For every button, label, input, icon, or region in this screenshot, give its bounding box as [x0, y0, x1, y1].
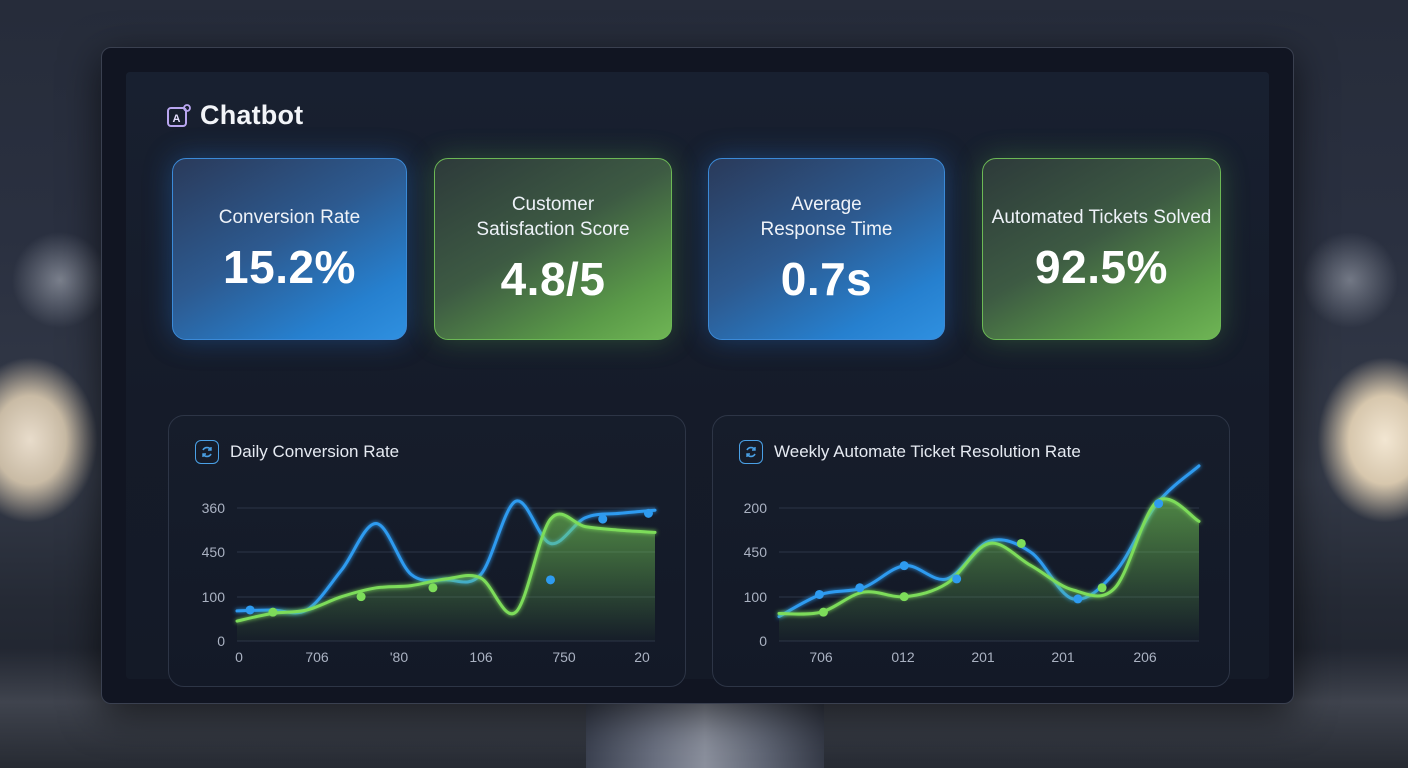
- data-point[interactable]: [814, 589, 824, 599]
- kpi-value: 4.8/5: [500, 253, 606, 305]
- data-point[interactable]: [899, 561, 909, 571]
- x-tick-label: 206: [1133, 649, 1157, 665]
- y-tick-label: 100: [202, 589, 226, 605]
- data-point[interactable]: [245, 605, 255, 615]
- kpi-label: Automated Tickets Solved: [991, 206, 1212, 228]
- x-tick-label: 706: [305, 649, 329, 665]
- data-point[interactable]: [952, 574, 962, 584]
- kpi-value: 92.5%: [1035, 240, 1168, 293]
- data-point[interactable]: [1154, 499, 1164, 509]
- daily-conversion-rate-chart: 360 450 100 00 706 '80 106 750 20: [202, 499, 657, 665]
- kpi-card-automated-tickets-solved[interactable]: Automated Tickets Solved 92.5%: [982, 158, 1221, 340]
- data-point[interactable]: [546, 575, 555, 585]
- x-tick-label: '80: [390, 649, 408, 665]
- app-header: A Chatbot: [166, 100, 303, 131]
- monitor: A Chatbot Conversion Rate 15.2% Customer…: [101, 47, 1294, 704]
- data-point[interactable]: [855, 583, 865, 593]
- data-point[interactable]: [1073, 594, 1083, 604]
- kpi-label: Customer Satisfaction Score: [476, 194, 630, 240]
- weekly-ticket-resolution-panel: Weekly Automate Ticket Resolution Rate 2…: [712, 415, 1230, 687]
- kpi-label: Average Response Time: [760, 194, 893, 240]
- data-point[interactable]: [356, 592, 366, 602]
- y-tick-label: 450: [744, 544, 768, 560]
- x-tick-label: 201: [1051, 649, 1075, 665]
- y-tick-label: 0: [759, 633, 767, 649]
- data-point[interactable]: [1097, 583, 1107, 593]
- y-tick-label: 360: [202, 500, 226, 516]
- data-point[interactable]: [268, 607, 278, 617]
- daily-conversion-rate-panel: Daily Conversion Rate 360 450 100 0 0 706'80 1…: [168, 415, 686, 687]
- x-tick-label: 201: [971, 649, 995, 665]
- data-point[interactable]: [1016, 538, 1026, 548]
- x-tick-label: 0: [235, 649, 243, 665]
- kpi-label: Conversion Rate: [218, 206, 361, 228]
- series-area: [779, 498, 1199, 641]
- x-tick-label: 706: [809, 649, 833, 665]
- kpi-card-average-response-time[interactable]: Average Response Time 0.7s: [708, 158, 945, 340]
- x-tick-label: 106: [469, 649, 493, 665]
- app-title: Chatbot: [200, 100, 304, 130]
- dashboard-screen: A Chatbot Conversion Rate 15.2% Customer…: [126, 72, 1269, 687]
- data-point[interactable]: [899, 592, 909, 602]
- data-point[interactable]: [818, 607, 828, 617]
- monitor-stand: [586, 700, 824, 768]
- kpi-card-customer-satisfaction[interactable]: Customer Satisfaction Score 4.8/5: [434, 158, 672, 340]
- y-tick-label: 100: [744, 589, 768, 605]
- kpi-value: 0.7s: [780, 253, 873, 305]
- x-tick-label: 012: [891, 649, 915, 665]
- x-tick-label: 20: [634, 649, 650, 665]
- y-tick-label: 0: [217, 633, 225, 649]
- kpi-card-conversion-rate[interactable]: Conversion Rate 15.2%: [172, 158, 407, 340]
- data-point[interactable]: [428, 583, 438, 593]
- x-tick-label: 750: [552, 649, 576, 665]
- y-tick-label: 200: [744, 500, 768, 516]
- data-point[interactable]: [598, 514, 608, 524]
- y-tick-label: 450: [202, 544, 226, 560]
- weekly-ticket-resolution-chart: 200 450 100 0 706 012 201 201 206: [744, 464, 1201, 665]
- data-point[interactable]: [643, 508, 653, 518]
- svg-text:A: A: [173, 113, 181, 125]
- kpi-value: 15.2%: [223, 240, 356, 293]
- chatbot-icon: A: [166, 103, 192, 129]
